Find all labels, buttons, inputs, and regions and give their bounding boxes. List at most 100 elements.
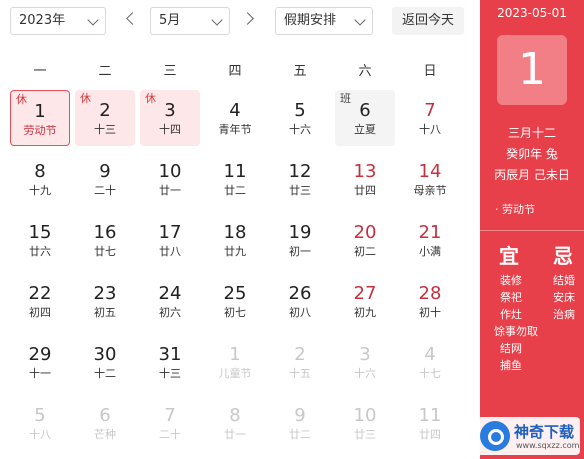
day-cell[interactable]: 5 十六: [270, 90, 330, 146]
panel-divider: [480, 230, 584, 231]
day-number: 4: [424, 344, 436, 365]
day-detail-panel: 2023-05-01 1 三月十二 癸卯年 兔 丙辰月 己未日 · 劳动节 宜 …: [480, 0, 584, 459]
day-cell[interactable]: 25 初七: [205, 273, 265, 329]
lunar-label: 十三: [94, 123, 116, 136]
day-cell[interactable]: 17 廿八: [140, 212, 200, 268]
lunar-label: 芒种: [94, 428, 116, 441]
day-cell[interactable]: 8 十九: [10, 151, 70, 207]
day-cell[interactable]: 11 廿二: [205, 151, 265, 207]
rest-day-tag: 休: [80, 92, 91, 105]
back-to-today-button[interactable]: 返回今天: [392, 7, 464, 35]
lunar-label: 廿三: [354, 428, 376, 441]
day-number: 24: [158, 283, 182, 304]
lunar-label: 廿八: [159, 245, 181, 258]
yi-item: 装修: [500, 274, 522, 287]
lunar-label: 初五: [94, 306, 116, 319]
month-select-value: 5月: [159, 13, 181, 28]
day-cell[interactable]: 14 母亲节: [400, 151, 460, 207]
lunar-label: 廿七: [94, 245, 116, 258]
day-cell[interactable]: 18 廿九: [205, 212, 265, 268]
day-cell[interactable]: 24 初六: [140, 273, 200, 329]
day-cell[interactable]: 26 初八: [270, 273, 330, 329]
lunar-label: 廿九: [224, 245, 246, 258]
day-cell[interactable]: 2 十五: [270, 334, 330, 390]
lunar-label: 劳动节: [23, 124, 57, 137]
day-cell[interactable]: 4 十七: [400, 334, 460, 390]
prev-month-icon[interactable]: [126, 12, 139, 25]
day-cell[interactable]: 1 儿童节: [205, 334, 265, 390]
day-cell[interactable]: 30 十二: [75, 334, 135, 390]
lunar-label: 初九: [354, 306, 376, 319]
selected-day-number: 1: [497, 35, 567, 105]
day-cell[interactable]: 7 十八: [400, 90, 460, 146]
yi-heading: 宜: [499, 244, 519, 268]
day-cell[interactable]: 15 廿六: [10, 212, 70, 268]
lunar-label: 十七: [419, 367, 441, 380]
day-number: 13: [353, 161, 377, 182]
day-cell[interactable]: 11 廿四: [400, 395, 460, 451]
ji-list: 结婚 安床 治病: [547, 272, 581, 323]
day-cell[interactable]: 19 初一: [270, 212, 330, 268]
day-number: 11: [418, 405, 442, 426]
lunar-label: 初二: [354, 245, 376, 258]
day-cell[interactable]: 29 十一: [10, 334, 70, 390]
day-number: 11: [223, 161, 247, 182]
day-cell[interactable]: 22 初四: [10, 273, 70, 329]
yi-item: 作灶: [500, 308, 522, 321]
day-cell[interactable]: 10 廿三: [335, 395, 395, 451]
day-cell[interactable]: 31 十三: [140, 334, 200, 390]
day-cell[interactable]: 28 初十: [400, 273, 460, 329]
yi-item: 馀事勿取: [494, 325, 538, 338]
day-number: 22: [28, 283, 52, 304]
yi-item: 结网: [500, 342, 522, 355]
day-number: 18: [223, 222, 247, 243]
day-number: 7: [424, 100, 436, 121]
day-cell[interactable]: 4 青年节: [205, 90, 265, 146]
weekday-header: 一二三四五六日: [10, 60, 465, 82]
lunar-label: 二十: [159, 428, 181, 441]
holiday-select-value: 假期安排: [284, 13, 337, 28]
lunar-label: 十三: [159, 367, 181, 380]
day-cell[interactable]: 12 廿三: [270, 151, 330, 207]
weekday-label: 三: [163, 64, 177, 79]
lunar-label: 十二: [94, 367, 116, 380]
lunar-label: 廿一: [224, 428, 246, 441]
day-cell[interactable]: 休 1 劳动节: [10, 90, 70, 146]
month-select[interactable]: 5月: [150, 7, 230, 35]
day-cell[interactable]: 23 初五: [75, 273, 135, 329]
holiday-select[interactable]: 假期安排: [275, 7, 373, 35]
day-number: 1: [229, 344, 241, 365]
day-cell[interactable]: 9 廿二: [270, 395, 330, 451]
day-number: 12: [288, 161, 312, 182]
lunar-label: 廿四: [354, 184, 376, 197]
lunar-label: 初十: [419, 306, 441, 319]
lunar-label: 母亲节: [413, 184, 447, 197]
lunar-label: 初一: [289, 245, 311, 258]
day-cell[interactable]: 10 廿一: [140, 151, 200, 207]
day-cell[interactable]: 6 芒种: [75, 395, 135, 451]
day-cell[interactable]: 休 2 十三: [75, 90, 135, 146]
day-cell[interactable]: 9 二十: [75, 151, 135, 207]
rest-day-tag: 休: [16, 93, 27, 106]
day-cell[interactable]: 3 十六: [335, 334, 395, 390]
year-select[interactable]: 2023年: [10, 7, 106, 35]
calendar-grid: 休 1 劳动节休 2 十三休 3 十四 4 青年节 5 十六班 6 立夏 7 十八 8 十九 9 二十 10 廿一 11 廿…: [10, 90, 465, 459]
lunar-label: 廿三: [289, 184, 311, 197]
day-cell[interactable]: 5 十八: [10, 395, 70, 451]
watermark-brand: 神奇下载: [514, 423, 575, 441]
day-cell[interactable]: 27 初九: [335, 273, 395, 329]
day-number: 28: [418, 283, 442, 304]
next-month-icon[interactable]: [241, 12, 254, 25]
day-cell[interactable]: 7 二十: [140, 395, 200, 451]
day-cell[interactable]: 休 3 十四: [140, 90, 200, 146]
day-cell[interactable]: 21 小满: [400, 212, 460, 268]
day-cell[interactable]: 20 初二: [335, 212, 395, 268]
day-cell[interactable]: 13 廿四: [335, 151, 395, 207]
day-cell[interactable]: 班 6 立夏: [335, 90, 395, 146]
chevron-down-icon: [211, 14, 223, 26]
day-cell[interactable]: 8 廿一: [205, 395, 265, 451]
day-number: 9: [99, 161, 111, 182]
lunar-label: 十八: [29, 428, 51, 441]
lunar-label: 十一: [29, 367, 51, 380]
day-cell[interactable]: 16 廿七: [75, 212, 135, 268]
